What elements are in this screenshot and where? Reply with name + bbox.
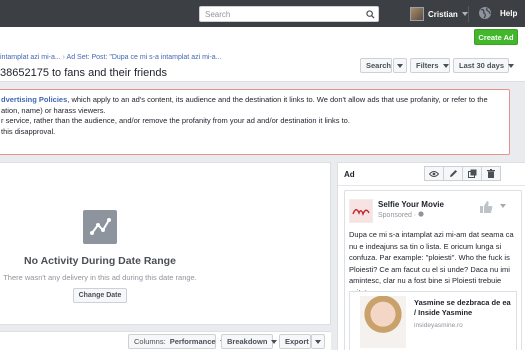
ad-body-text: Dupa ce mi s-a intamplat azi mi-am dat s…: [349, 230, 514, 297]
ad-preview-panel: Ad Selfie Your Movie Sponsored · Dupa ce…: [337, 162, 525, 350]
breadcrumb-adset[interactable]: Ad Set: Post: "Dupa ce mi s-a intamplat …: [67, 54, 222, 61]
breakdown-label: Breakdown: [227, 337, 268, 346]
export-label: Export: [285, 337, 309, 346]
globe-icon[interactable]: [478, 6, 492, 20]
warning-text: , which apply to an ad's content, its au…: [67, 95, 488, 104]
search-placeholder: Search: [205, 9, 231, 19]
search-button-label: Search: [366, 61, 392, 70]
advertising-policies-link[interactable]: dvertising Policies: [1, 95, 67, 104]
chevron-down-icon: [315, 339, 321, 344]
activity-panel: No Activity During Date Range There wasn…: [0, 162, 331, 325]
chevron-down-icon: [442, 63, 449, 68]
search-dropdown-button[interactable]: [393, 58, 407, 73]
chevron-down-icon: [461, 12, 468, 16]
duplicate-icon[interactable]: [462, 166, 482, 181]
create-ad-button[interactable]: Create Ad: [474, 29, 518, 45]
empty-state-title: No Activity During Date Range: [0, 255, 331, 267]
chevron-down-icon: [508, 63, 515, 68]
export-dropdown-button[interactable]: [311, 334, 325, 349]
link-domain: insideyasmine.ro: [414, 322, 463, 329]
divider: [468, 6, 469, 22]
eye-icon[interactable]: [424, 166, 444, 181]
chart-empty-icon: [83, 210, 117, 244]
search-icon[interactable]: [362, 7, 378, 21]
columns-dropdown[interactable]: Columns: Performance: [128, 334, 226, 349]
breadcrumb-separator: ›: [62, 54, 65, 61]
trash-icon[interactable]: [481, 166, 501, 181]
help-link[interactable]: Help: [500, 9, 517, 18]
change-date-button[interactable]: Change Date: [73, 288, 127, 303]
search-input[interactable]: Search: [199, 6, 379, 22]
warning-line: r service, rather than the audience, and…: [1, 116, 350, 125]
page-name[interactable]: Selfie Your Movie: [378, 200, 444, 209]
profile-menu[interactable]: Cristian: [410, 6, 468, 22]
link-title: Yasmine se dezbraca de ea / Inside Yasmi…: [414, 298, 511, 317]
breakdown-dropdown[interactable]: Breakdown: [221, 334, 278, 349]
columns-label: Columns:: [134, 337, 166, 346]
empty-state-title-text: No Activity During Date Range: [24, 255, 176, 267]
columns-value: Performance: [169, 337, 216, 346]
sponsored-label: Sponsored ·: [378, 211, 424, 219]
date-range-button[interactable]: Last 30 days: [453, 58, 515, 73]
chevron-down-icon: [397, 63, 403, 68]
warning-line: dvertising Policies, which apply to an a…: [0, 95, 509, 106]
pencil-icon[interactable]: [443, 166, 463, 181]
top-navigation-bar: Search Cristian Help: [0, 0, 525, 27]
ad-preview-tools: [424, 166, 501, 181]
chevron-down-icon[interactable]: [500, 204, 506, 208]
link-thumbnail: [360, 296, 406, 348]
globe-icon: [418, 211, 424, 217]
like-icon[interactable]: [479, 200, 493, 214]
policy-warning: dvertising Policies, which apply to an a…: [0, 89, 510, 155]
profile-name: Cristian: [428, 9, 458, 19]
empty-state-subtitle: There wasn't any delivery in this ad dur…: [3, 273, 197, 282]
breadcrumb-campaign[interactable]: intamplat azi mi-a...: [0, 54, 61, 61]
ad-preview-card: Selfie Your Movie Sponsored · Dupa ce mi…: [344, 190, 522, 350]
warning-line: this disapproval.: [1, 126, 56, 136]
breadcrumb: intamplat azi mi-a... › Ad Set: Post: "D…: [0, 54, 222, 61]
export-button[interactable]: Export: [279, 334, 311, 349]
filters-label: Filters: [416, 61, 439, 70]
avatar: [410, 7, 424, 21]
search-button[interactable]: Search: [360, 58, 392, 73]
link-attachment[interactable]: Yasmine se dezbraca de ea / Inside Yasmi…: [349, 291, 517, 350]
page-logo: [349, 199, 373, 223]
ad-preview-heading: Ad: [344, 170, 355, 179]
chevron-down-icon: [271, 339, 278, 344]
date-range-label: Last 30 days: [459, 61, 505, 70]
sponsored-text: Sponsored ·: [378, 212, 419, 219]
divider: [338, 185, 525, 186]
page-title: 38652175 to fans and their friends: [0, 67, 167, 79]
filters-button[interactable]: Filters: [410, 58, 450, 73]
warning-line: ation, name) or harass viewers.: [1, 105, 106, 115]
